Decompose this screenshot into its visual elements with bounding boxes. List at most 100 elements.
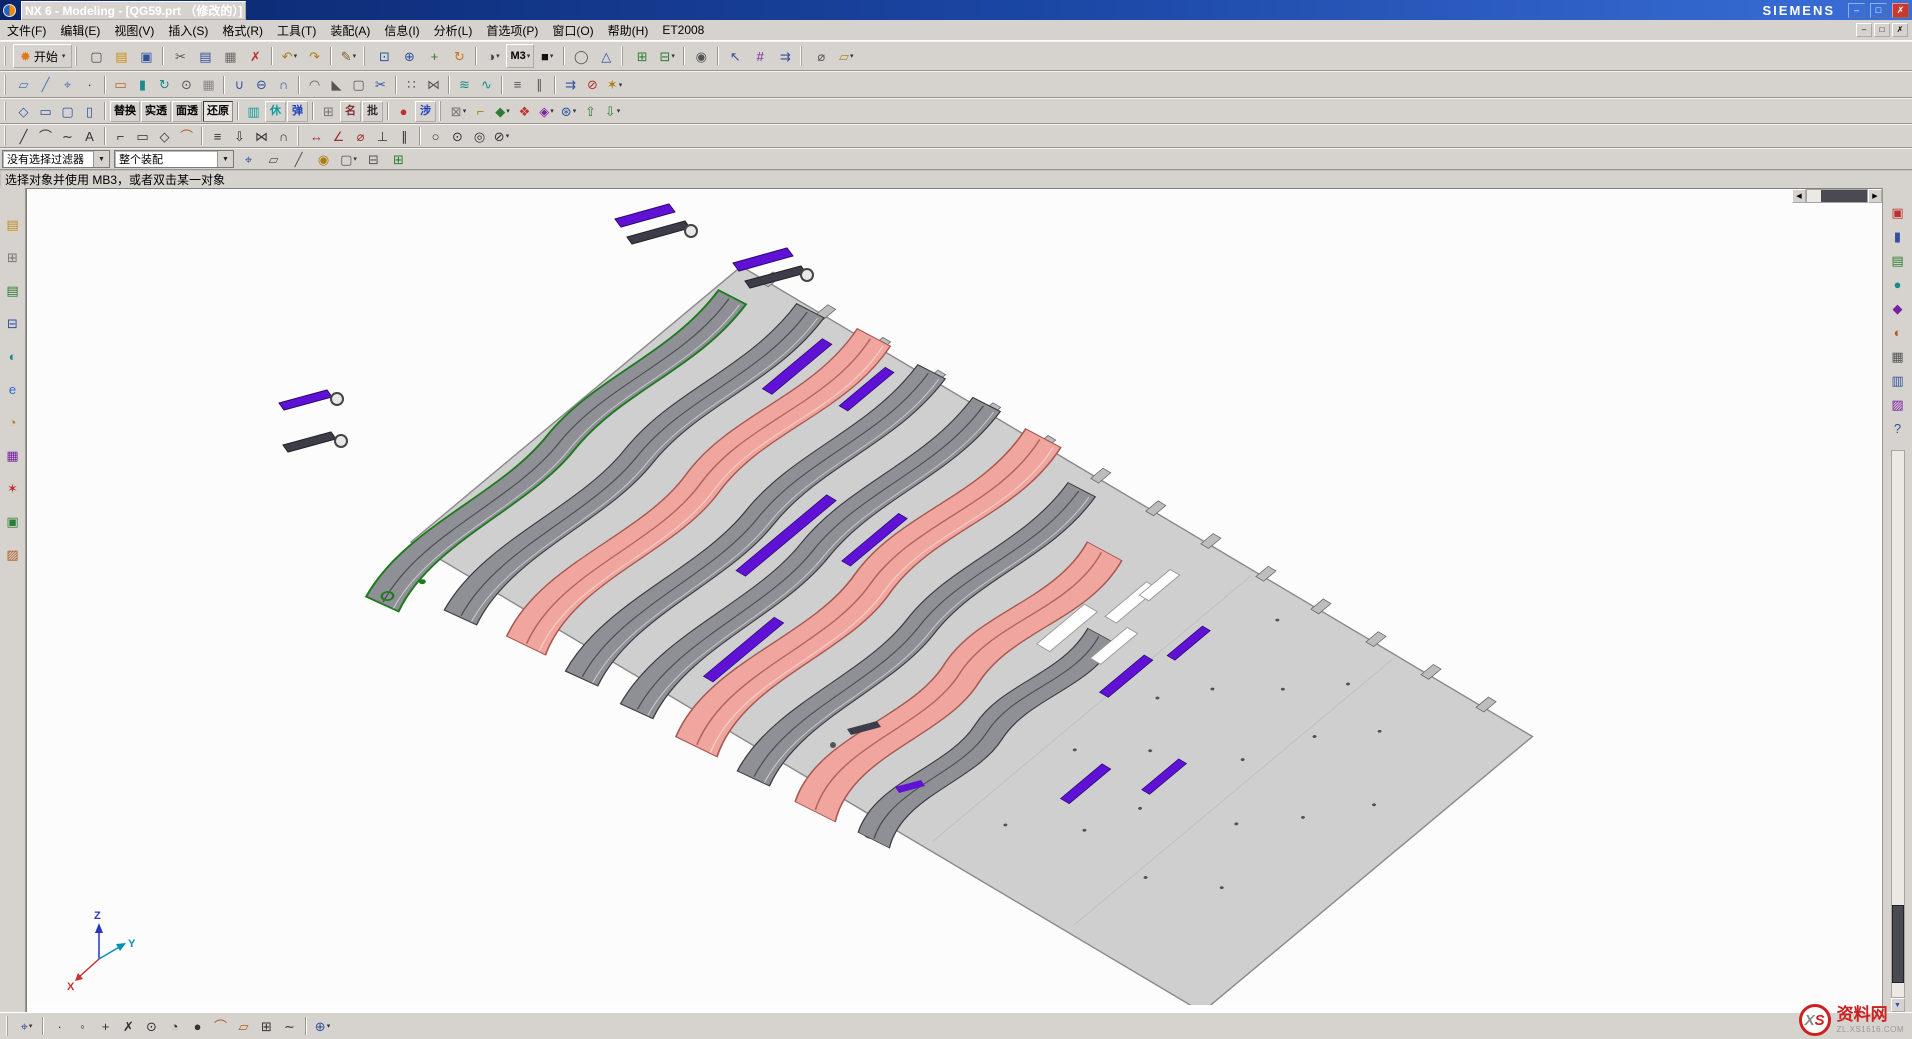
- web-browser-icon[interactable]: e: [2, 379, 23, 400]
- shaded-display-icon-dropdown[interactable]: ▾: [496, 52, 500, 60]
- document-minimize-button[interactable]: –: [1856, 23, 1872, 37]
- hscroll-track[interactable]: [1806, 189, 1868, 203]
- toolbar-handle[interactable]: [297, 126, 301, 146]
- delete-face-icon[interactable]: ⊘: [582, 74, 603, 95]
- select-edge-icon[interactable]: ╱: [288, 149, 309, 170]
- lock-icon-dropdown[interactable]: ▾: [463, 107, 467, 115]
- rename-button[interactable]: 名: [340, 101, 361, 122]
- select-face-icon[interactable]: ▱: [263, 149, 284, 170]
- toolbar-handle[interactable]: [621, 46, 625, 66]
- named-view-button-dropdown[interactable]: ▾: [527, 52, 531, 60]
- system-materials-icon[interactable]: ▦: [2, 445, 23, 466]
- circle-diameter-icon[interactable]: ⊙: [447, 126, 468, 147]
- hscroll-right-button[interactable]: ▶: [1868, 189, 1882, 203]
- bounded-grid-icon[interactable]: ⊞: [256, 1016, 277, 1037]
- menu-et2008[interactable]: ET2008: [655, 21, 711, 39]
- subtract-icon[interactable]: ⊖: [251, 74, 272, 95]
- offset-curve-icon[interactable]: ≡: [207, 126, 228, 147]
- sketch-fillet-icon[interactable]: ⌒: [176, 126, 197, 147]
- toolbar-handle[interactable]: [363, 46, 367, 66]
- offset-surface-icon[interactable]: ≡: [507, 74, 528, 95]
- polygon-icon[interactable]: ◇: [154, 126, 175, 147]
- hscroll-left-button[interactable]: ◀: [1792, 189, 1806, 203]
- menu-preferences[interactable]: 首选项(P): [479, 20, 545, 41]
- measure-distance-icon[interactable]: ⌀: [809, 44, 833, 68]
- text-curve-icon[interactable]: A: [79, 126, 100, 147]
- hatch-display-icon[interactable]: ▥: [243, 101, 264, 122]
- assembly-navigator-icon[interactable]: ▤: [2, 214, 23, 235]
- point-icon[interactable]: ∙: [79, 74, 100, 95]
- selection-filter-combo[interactable]: 没有选择过滤器 ▼: [2, 150, 110, 168]
- visual-reports-icon[interactable]: ◆: [1887, 298, 1908, 319]
- assembly-constraints-icon[interactable]: #: [748, 44, 772, 68]
- bridge-curve-icon[interactable]: ∩: [273, 126, 294, 147]
- snap-settings-icon[interactable]: ⊕▾: [312, 1016, 333, 1037]
- import-tool-icon[interactable]: ⇩▾: [602, 101, 623, 122]
- front-view-icon[interactable]: ▢: [57, 101, 78, 122]
- pan-icon[interactable]: +: [422, 44, 446, 68]
- unite-icon[interactable]: ∪: [229, 74, 250, 95]
- side-view-icon[interactable]: ▯: [79, 101, 100, 122]
- snap-point-enable-icon-dropdown[interactable]: ▾: [29, 1022, 33, 1030]
- project-cur­ve-icon[interactable]: ⇩: [229, 126, 250, 147]
- datum-axis-icon[interactable]: ╱: [35, 74, 56, 95]
- snap-point-toggle-icon[interactable]: ⌖: [238, 149, 259, 170]
- document-restore-button[interactable]: □: [1874, 23, 1890, 37]
- redo-icon[interactable]: ↷: [302, 44, 326, 68]
- general-selection-icon-dropdown[interactable]: ▾: [353, 155, 357, 163]
- control-point-icon[interactable]: +: [95, 1016, 116, 1037]
- synchronous-modeling-icon[interactable]: ✶▾: [604, 74, 625, 95]
- shaded-display-icon[interactable]: ◑▾: [481, 44, 505, 68]
- menu-view[interactable]: 视图(V): [107, 20, 161, 41]
- standard-parts-icon[interactable]: ⊛▾: [558, 101, 579, 122]
- orient-cube-icon[interactable]: ▦: [1887, 346, 1908, 367]
- extrude-icon[interactable]: ▮: [132, 74, 153, 95]
- reuse-library-icon[interactable]: ⊟: [2, 313, 23, 334]
- snap-point-enable-icon[interactable]: ⌖▾: [16, 1016, 37, 1037]
- mid-point-icon[interactable]: ◦: [72, 1016, 93, 1037]
- profile-icon[interactable]: ⌐: [110, 126, 131, 147]
- revolve-icon[interactable]: ↻: [154, 74, 175, 95]
- toolbar-handle[interactable]: [439, 101, 443, 121]
- menu-format[interactable]: 格式(R): [215, 20, 270, 41]
- selection-filter-dropdown[interactable]: ▼: [93, 151, 109, 167]
- realize-shape-icon[interactable]: ▣: [1887, 202, 1908, 223]
- select-arrow-icon[interactable]: ↖: [723, 44, 747, 68]
- top-view-icon[interactable]: ▭: [35, 101, 56, 122]
- drafting-notes-icon[interactable]: ▱▾: [834, 44, 858, 68]
- hscroll-thumb[interactable]: [1821, 190, 1867, 202]
- red-marker-icon[interactable]: ●: [393, 101, 414, 122]
- save-icon[interactable]: ▣: [134, 44, 158, 68]
- grid-tool-icon[interactable]: ⊞: [318, 101, 339, 122]
- existing-point-icon[interactable]: ●: [187, 1016, 208, 1037]
- import-tool-icon-dropdown[interactable]: ▾: [617, 107, 621, 115]
- restore-button[interactable]: 还原: [203, 101, 233, 122]
- diameter-dimension-icon[interactable]: ⌀: [350, 126, 371, 147]
- toolbar-handle[interactable]: [75, 46, 79, 66]
- quadrant-point-icon[interactable]: ◔: [164, 1016, 185, 1037]
- point-on-curve-icon[interactable]: ⌒: [210, 1016, 231, 1037]
- start-button[interactable]: ✹ 开始 ▾: [13, 44, 72, 68]
- part-navigator-icon[interactable]: ▤: [2, 280, 23, 301]
- intersection-point-icon[interactable]: ✗: [118, 1016, 139, 1037]
- hd3d-tools-icon[interactable]: ◐: [2, 346, 23, 367]
- part-library-icon[interactable]: ▤: [1887, 250, 1908, 271]
- tile-window-icon[interactable]: ⊟▾: [655, 44, 679, 68]
- menu-window[interactable]: 窗口(O): [545, 20, 600, 41]
- vscroll-track[interactable]: [1891, 450, 1905, 998]
- menu-information[interactable]: 信息(I): [377, 20, 426, 41]
- datum-csys-icon[interactable]: ⌖: [57, 74, 78, 95]
- maximize-button[interactable]: □: [1870, 3, 1887, 18]
- point-on-surface-icon[interactable]: ▱: [233, 1016, 254, 1037]
- drafting-notes-icon-dropdown[interactable]: ▾: [850, 52, 854, 60]
- document-close-button[interactable]: ✗: [1892, 23, 1908, 37]
- flag-tool-icon[interactable]: ❖: [514, 101, 535, 122]
- batch-button[interactable]: 批: [362, 101, 383, 122]
- paste-icon[interactable]: ▦: [218, 44, 242, 68]
- history-icon[interactable]: ◔: [2, 412, 23, 433]
- clip-section-icon[interactable]: ▥: [1887, 370, 1908, 391]
- suppress-button[interactable]: 休: [265, 101, 286, 122]
- texture-display-icon[interactable]: ▨: [1887, 394, 1908, 415]
- solid-transparent-button[interactable]: 实透: [141, 101, 171, 122]
- sketch-icon[interactable]: ▭: [110, 74, 131, 95]
